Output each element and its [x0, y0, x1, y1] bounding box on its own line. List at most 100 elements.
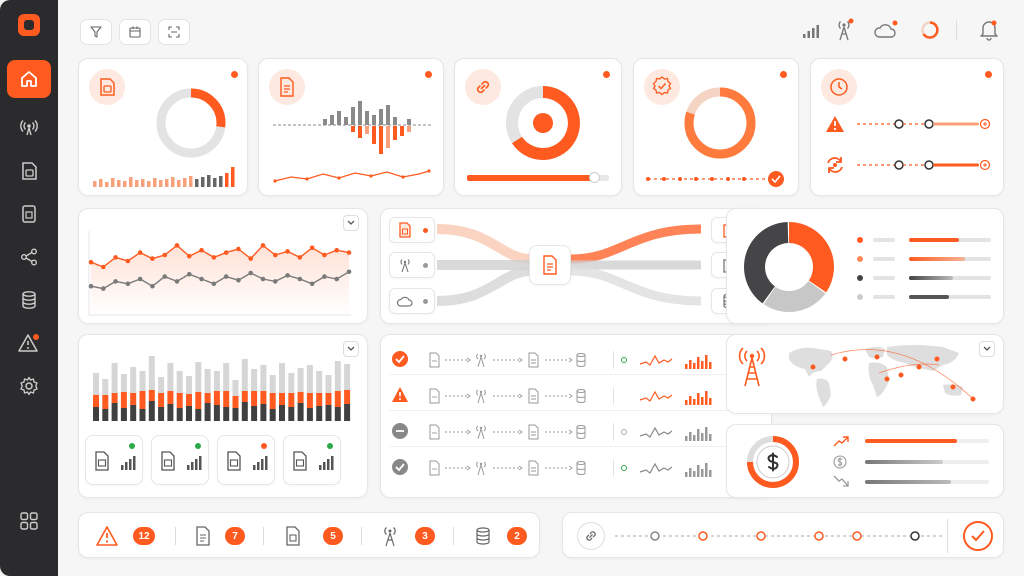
series-point	[113, 279, 118, 284]
radio-tower-icon	[738, 347, 766, 387]
device-tile[interactable]	[283, 435, 341, 485]
series-point	[236, 277, 241, 283]
calendar-button[interactable]	[119, 19, 151, 45]
stacked-bar-segment	[130, 405, 137, 421]
databases-count-badge[interactable]: 2	[507, 527, 527, 545]
up-bar	[358, 101, 362, 125]
bell-icon	[980, 20, 998, 41]
stacked-bar-segment	[232, 408, 239, 421]
flow-source-cloud[interactable]	[389, 288, 435, 314]
scan-button[interactable]	[158, 19, 190, 45]
map-card[interactable]	[726, 334, 1004, 414]
kpi-card-sim[interactable]	[78, 58, 248, 196]
kpi-card-document[interactable]	[258, 58, 444, 196]
pipeline-row[interactable]	[389, 345, 765, 375]
stacked-bar-segment	[167, 391, 174, 404]
series-point	[309, 245, 315, 251]
check-icon	[971, 530, 985, 542]
flow-source-tower[interactable]	[389, 252, 435, 278]
documents-count-badge[interactable]: 7	[225, 527, 245, 545]
kpi-icon-circle	[465, 69, 501, 105]
notifications-button[interactable]	[979, 19, 1001, 41]
nav-home[interactable]	[7, 60, 51, 98]
series-point	[272, 279, 278, 284]
document-icon	[280, 77, 294, 97]
flow-hub-document[interactable]	[529, 245, 571, 285]
mini-bar	[105, 182, 109, 187]
nav-database[interactable]	[7, 281, 51, 319]
stacked-bar-card[interactable]	[78, 334, 368, 498]
logo	[18, 14, 40, 36]
pipeline-row[interactable]	[389, 453, 765, 483]
stacked-bar-segment	[158, 377, 165, 393]
schedule-track-2	[857, 159, 991, 171]
cloud-button[interactable]	[873, 20, 899, 40]
device-tile-row	[85, 433, 363, 489]
sidebar	[0, 0, 58, 576]
stacked-bar-segment	[139, 391, 146, 409]
stacked-bar-segment	[167, 404, 174, 421]
stacked-bar-segment	[232, 380, 239, 396]
series-point	[236, 246, 241, 252]
summary-strip: 12 7 5 3 2	[78, 512, 540, 558]
pipeline-flow	[429, 388, 586, 404]
stacked-bar-segment	[344, 390, 351, 404]
device-tile[interactable]	[151, 435, 209, 485]
stacked-bar-segment	[251, 406, 258, 421]
pipeline-row[interactable]	[389, 417, 765, 447]
kpi-diverging-bars	[273, 101, 431, 154]
row-mini-bars	[685, 427, 712, 441]
kpi-target-ring	[506, 86, 580, 160]
series-point	[309, 281, 315, 287]
stacked-bar-segment	[260, 391, 267, 404]
legend-label-placeholder	[873, 257, 895, 261]
filter-button[interactable]	[80, 19, 112, 45]
nav-sim[interactable]	[7, 152, 51, 190]
towers-count-badge[interactable]: 3	[415, 527, 435, 545]
nav-alerts[interactable]	[7, 324, 51, 362]
stacked-bar-segment	[297, 368, 304, 392]
line-chart-dropdown[interactable]	[343, 215, 359, 231]
series-point	[260, 243, 266, 248]
donut-card[interactable]	[726, 208, 1004, 324]
series-point	[211, 281, 217, 287]
trend-up-icon	[833, 436, 849, 447]
nav-chip[interactable]	[7, 195, 51, 233]
legend-label-placeholder	[873, 276, 895, 280]
stacked-bar-segment	[241, 391, 248, 402]
flow-diagram-card	[380, 208, 772, 324]
complete-button[interactable]	[963, 521, 993, 551]
nav-apps[interactable]	[7, 502, 51, 540]
nav-settings[interactable]	[7, 367, 51, 405]
clock-icon	[830, 78, 848, 96]
status-dot	[231, 71, 238, 78]
finance-card[interactable]	[726, 424, 1004, 498]
kpi-card-certified[interactable]	[633, 58, 799, 196]
nav-share[interactable]	[7, 238, 51, 276]
scan-icon	[168, 26, 180, 38]
mini-bar	[147, 181, 151, 187]
nav-signal[interactable]	[7, 108, 51, 146]
pipeline-row[interactable]	[389, 381, 765, 411]
device-tile[interactable]	[217, 435, 275, 485]
home-icon	[21, 71, 37, 87]
device-tile[interactable]	[85, 435, 143, 485]
alert-icon	[18, 334, 39, 352]
kpi-card-link[interactable]	[454, 58, 622, 196]
line-chart-card[interactable]	[78, 208, 368, 324]
stacked-bar-segment	[176, 393, 183, 408]
kpi-card-schedule[interactable]	[810, 58, 1004, 196]
sim-count-badge[interactable]: 5	[323, 527, 343, 545]
link-button[interactable]	[577, 522, 605, 550]
sim-card-icon	[161, 451, 175, 471]
kpi-step-track	[646, 171, 784, 187]
donut-slice[interactable]	[789, 222, 834, 293]
down-bar	[358, 126, 362, 138]
alerts-count-badge[interactable]: 12	[133, 527, 155, 545]
sim-card-icon	[22, 162, 37, 180]
coin-icon	[833, 455, 847, 469]
flow-source-sim[interactable]	[389, 217, 435, 243]
stacked-bar-segment	[195, 409, 202, 421]
antenna-button[interactable]	[835, 18, 857, 42]
kpi-slider-handle[interactable]	[589, 172, 600, 183]
